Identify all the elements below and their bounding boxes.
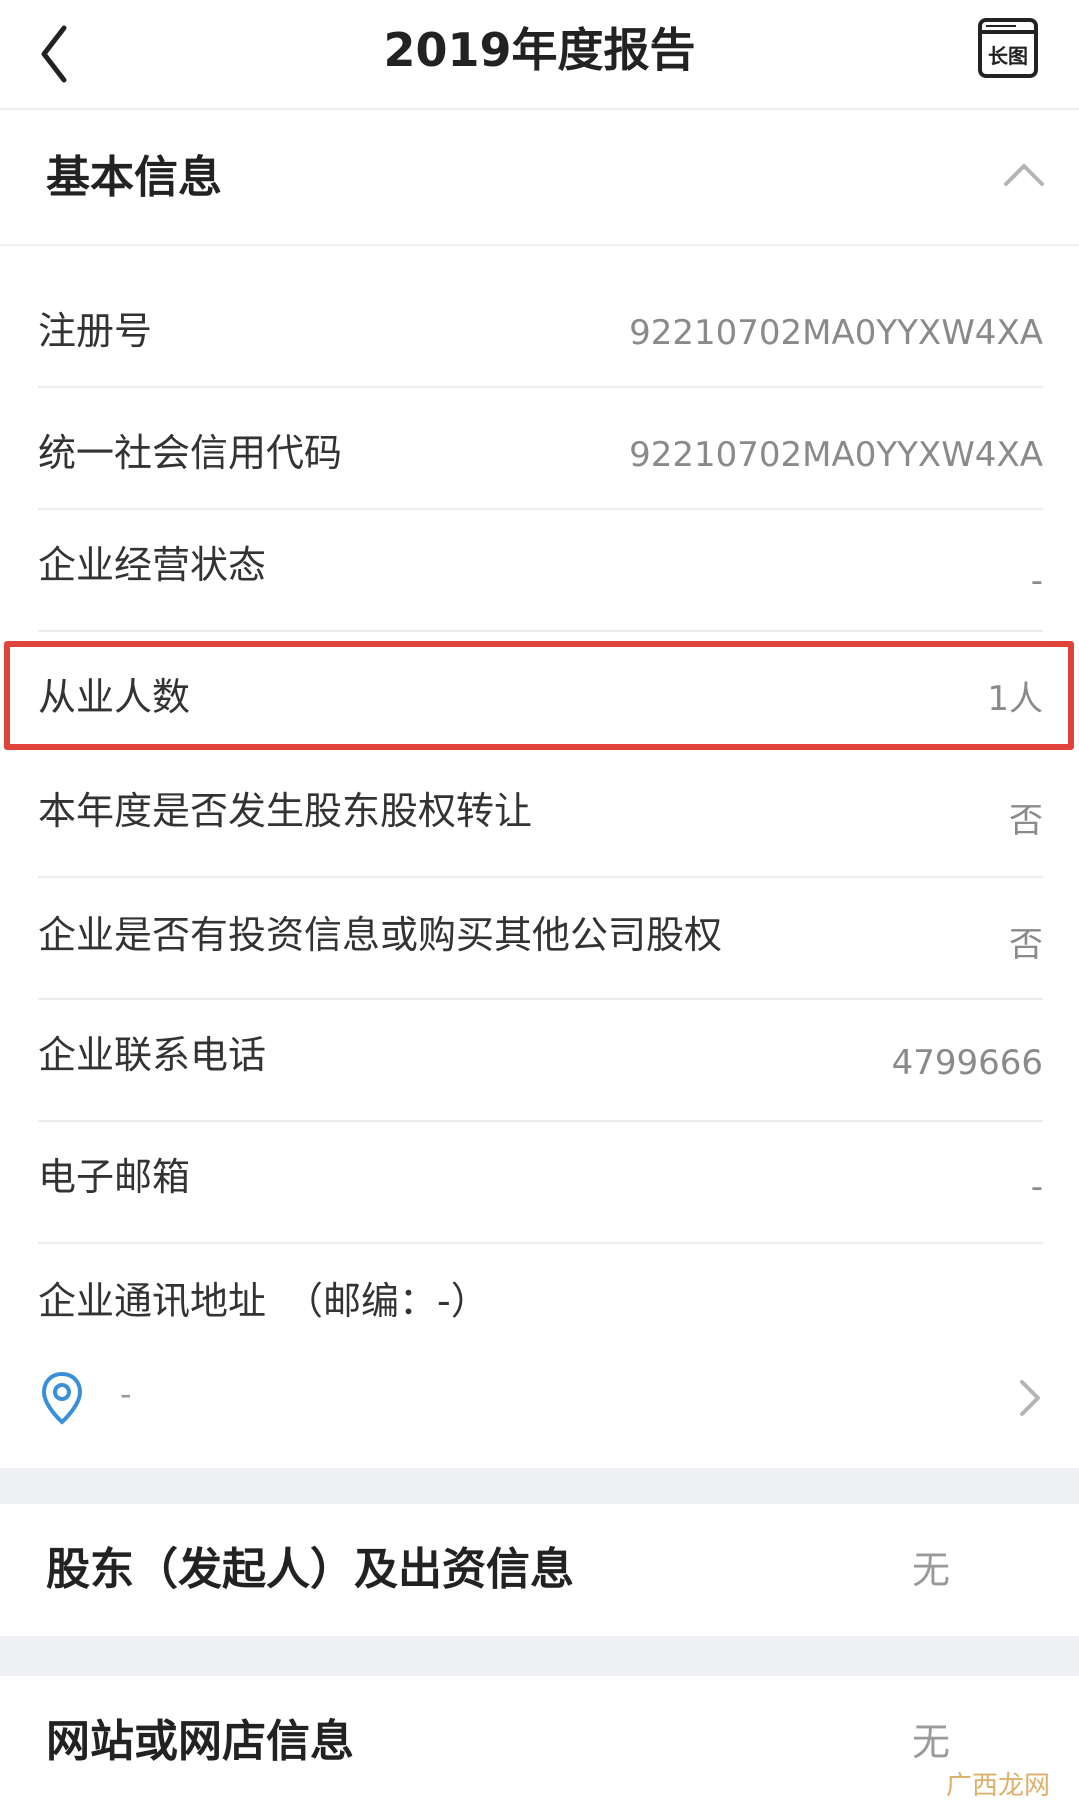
long-image-button[interactable]: 长图: [976, 16, 1040, 80]
location-pin-icon: [41, 1371, 83, 1425]
top-bar: 2019年度报告 长图: [0, 0, 1079, 110]
row-label: 注册号: [38, 309, 153, 353]
info-row-investment-info: 企业是否有投资信息或购买其他公司股权 否: [0, 878, 1079, 1000]
shareholder-section-status: 无: [912, 1548, 951, 1592]
row-label: 电子邮箱: [38, 1155, 191, 1199]
website-section-status: 无: [912, 1720, 951, 1764]
info-row-contact-phone: 企业联系电话 4799666: [0, 1000, 1079, 1122]
row-value: 4799666: [891, 1043, 1043, 1083]
website-section-header[interactable]: 网站或网店信息 无: [0, 1676, 1079, 1811]
info-row-credit-code: 统一社会信用代码 92210702MA0YYXW4XA: [0, 388, 1079, 510]
back-button[interactable]: [36, 14, 116, 94]
info-row-operating-status: 企业经营状态 -: [0, 510, 1079, 632]
row-label: 企业通讯地址 （邮编：-）: [38, 1279, 489, 1323]
row-label: 企业是否有投资信息或购买其他公司股权: [38, 913, 723, 957]
row-label: 本年度是否发生股东股权转让: [38, 789, 533, 833]
basic-info-title: 基本信息: [46, 152, 222, 203]
annual-report-screen: 2019年度报告 长图 基本信息 注册号 92210702MA0YYXW4XA …: [0, 0, 1079, 1811]
info-row-equity-transfer: 本年度是否发生股东股权转让 否: [0, 754, 1079, 878]
website-section-title: 网站或网店信息: [46, 1716, 354, 1767]
row-value: 否: [1009, 925, 1043, 965]
back-arrow-icon: [41, 25, 67, 83]
section-gap: [0, 1636, 1079, 1676]
basic-info-header[interactable]: 基本信息: [0, 110, 1079, 246]
page-title: 2019年度报告: [383, 23, 696, 77]
chevron-up-icon[interactable]: [1000, 152, 1048, 200]
shareholder-section-header[interactable]: 股东（发起人）及出资信息 无: [0, 1504, 1079, 1636]
chevron-right-icon: [1020, 1380, 1040, 1416]
info-row-address: 企业通讯地址 （邮编：-）: [0, 1244, 1079, 1350]
row-value: 否: [1009, 801, 1043, 841]
watermark: 广西龙网: [946, 1771, 1051, 1801]
section-gap: [0, 1468, 1079, 1504]
info-row-registration-number: 注册号 92210702MA0YYXW4XA: [0, 246, 1079, 388]
address-value: -: [120, 1375, 132, 1413]
row-value: 92210702MA0YYXW4XA: [629, 435, 1043, 475]
row-label: 企业联系电话: [38, 1033, 267, 1077]
shareholder-section-title: 股东（发起人）及出资信息: [46, 1544, 574, 1595]
row-value: 92210702MA0YYXW4XA: [629, 313, 1043, 353]
info-row-email: 电子邮箱 -: [0, 1122, 1079, 1244]
highlight-frame: [4, 641, 1074, 750]
row-value: -: [1030, 561, 1043, 601]
address-link[interactable]: -: [0, 1350, 1079, 1446]
long-image-label: 长图: [988, 44, 1028, 68]
row-label: 企业经营状态: [38, 543, 267, 587]
row-value: -: [1030, 1167, 1043, 1207]
row-label: 统一社会信用代码: [38, 431, 343, 475]
